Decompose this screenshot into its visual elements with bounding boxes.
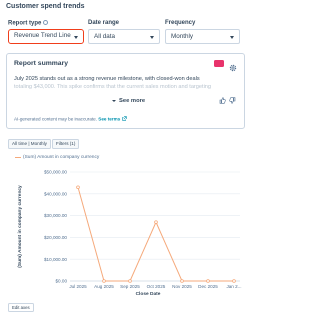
timeframe-chip[interactable]: All time | Monthly <box>8 139 51 149</box>
thumbs-up-icon[interactable] <box>219 91 226 104</box>
x-axis-title: Close Date <box>136 291 161 297</box>
report-type-label: Report type <box>8 20 49 27</box>
data-point <box>154 220 158 224</box>
thumbs-down-icon[interactable] <box>229 91 236 104</box>
report-type-label-text: Report type <box>8 20 42 27</box>
report-summary-card: Report summary July 2025 stands out as a… <box>6 53 245 129</box>
filters-chip[interactable]: Filters (1) <box>52 139 80 149</box>
revenue-trend-chart: $0.00 $10,000.00 $20,000.00 $30,000.00 $40,0… <box>17 170 242 297</box>
info-icon[interactable] <box>43 20 49 25</box>
summary-text-line-1: July 2025 stands out as a strong revenue… <box>14 76 200 82</box>
chevron-down-icon <box>150 35 154 39</box>
report-type-value: Revenue Trend Line <box>14 32 71 39</box>
gear-icon[interactable] <box>229 59 237 72</box>
y-tick-label: $40,000.00 <box>44 191 67 196</box>
y-tick-label: $50,000.00 <box>44 170 67 175</box>
legend-series-label: (Sum) Amount in company currency <box>23 154 100 160</box>
summary-title: Report summary <box>14 60 69 67</box>
data-point <box>102 279 106 283</box>
page-title: Customer spend trends <box>6 3 85 10</box>
data-point <box>76 185 80 190</box>
x-tick-label: Nov 2025 <box>172 284 192 289</box>
data-point <box>128 279 132 283</box>
ai-disclaimer: AI-generated content may be inaccurate. … <box>14 116 127 122</box>
ai-badge-icon <box>214 60 224 72</box>
frequency-select[interactable]: Monthly <box>165 29 240 44</box>
y-axis-title: (Sum) Amount in company currency <box>17 185 23 268</box>
chevron-down-icon <box>112 99 116 102</box>
data-point <box>206 279 210 283</box>
x-tick-label: Jan 2... <box>226 284 241 289</box>
data-point <box>180 279 184 283</box>
y-tick-label: $0.00 <box>56 279 68 284</box>
summary-text-line-2: totaling $43,000. This spike confirms th… <box>14 84 212 89</box>
chevron-down-icon <box>74 35 78 39</box>
date-range-value: All data <box>94 33 116 40</box>
see-more-button[interactable]: See more <box>112 98 145 104</box>
series-line <box>77 187 234 282</box>
frequency-label: Frequency <box>165 20 196 26</box>
edit-axes-button[interactable]: Edit axes <box>8 303 34 312</box>
x-tick-label: Dec 2025 <box>198 284 218 289</box>
x-tick-label: Jul 2025 <box>69 284 87 289</box>
data-point <box>232 279 236 283</box>
y-tick-label: $10,000.00 <box>44 257 67 262</box>
disclaimer-text: AI-generated content may be inaccurate. <box>14 116 97 122</box>
y-tick-label: $30,000.00 <box>44 213 67 218</box>
summary-text: July 2025 stands out as a strong revenue… <box>14 75 238 89</box>
x-tick-label: Oct 2025 <box>147 284 166 289</box>
date-range-label: Date range <box>88 20 120 26</box>
chevron-down-icon <box>230 35 234 39</box>
date-range-select[interactable]: All data <box>88 29 160 44</box>
frequency-value: Monthly <box>171 33 194 40</box>
report-type-select[interactable]: Revenue Trend Line <box>8 29 84 44</box>
see-terms-link[interactable]: See terms <box>98 117 120 122</box>
see-more-label: See more <box>119 98 146 104</box>
legend-swatch <box>15 157 21 159</box>
y-tick-label: $20,000.00 <box>44 235 67 240</box>
x-tick-label: Sep 2025 <box>120 284 140 289</box>
external-link-icon[interactable] <box>121 116 127 121</box>
x-tick-label: Aug 2025 <box>94 284 114 289</box>
